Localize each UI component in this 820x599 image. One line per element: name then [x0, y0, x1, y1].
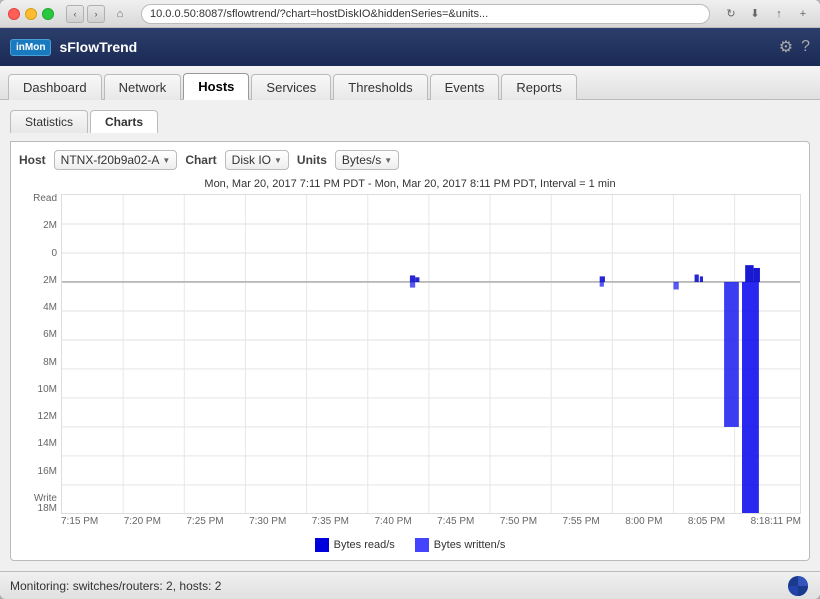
legend-item-read: Bytes read/s	[315, 538, 395, 552]
chart-body: Read 2M 0 2M 4M 6M 8M 10M 12M 14M 16M Wr…	[19, 194, 801, 534]
units-label: Units	[297, 153, 327, 167]
chart-type-value: Disk IO	[232, 153, 271, 167]
minimize-button[interactable]	[25, 8, 37, 20]
x-axis: 7:15 PM 7:20 PM 7:25 PM 7:30 PM 7:35 PM …	[61, 514, 801, 534]
y-label-4m: 4M	[19, 303, 57, 313]
new-tab-icon[interactable]: +	[794, 5, 812, 23]
refresh-icon[interactable]: ↻	[722, 5, 740, 23]
x-label-805: 8:05 PM	[688, 516, 725, 534]
chart-plot-area: 7:15 PM 7:20 PM 7:25 PM 7:30 PM 7:35 PM …	[61, 194, 801, 534]
y-label-12m: 12M	[19, 412, 57, 422]
chart-legend: Bytes read/s Bytes written/s	[19, 538, 801, 552]
legend-swatch-write	[415, 538, 429, 552]
chart-title: Mon, Mar 20, 2017 7:11 PM PDT - Mon, Mar…	[19, 178, 801, 190]
status-bar: Monitoring: switches/routers: 2, hosts: …	[0, 571, 820, 599]
sub-tab-statistics[interactable]: Statistics	[10, 110, 88, 133]
sub-tab-charts[interactable]: Charts	[90, 110, 158, 133]
x-label-735: 7:35 PM	[312, 516, 349, 534]
tab-services[interactable]: Services	[251, 74, 331, 100]
app-header: inMon sFlowTrend ⚙ ?	[0, 28, 820, 66]
app-container: inMon sFlowTrend ⚙ ? Dashboard Network H…	[0, 28, 820, 599]
tab-hosts[interactable]: Hosts	[183, 73, 249, 100]
main-nav: Dashboard Network Hosts Services Thresho…	[0, 66, 820, 100]
x-label-745: 7:45 PM	[437, 516, 474, 534]
download-icon[interactable]: ⬇	[746, 5, 764, 23]
units-arrow-icon: ▼	[384, 156, 392, 165]
app-title: sFlowTrend	[59, 39, 137, 55]
chart-label: Chart	[185, 153, 216, 167]
chart-grid	[61, 194, 801, 514]
page-content: Statistics Charts Host NTNX-f20b9a02-A ▼…	[0, 100, 820, 571]
address-bar[interactable]: 10.0.0.50:8087/sflowtrend/?chart=hostDis…	[141, 4, 710, 24]
back-button[interactable]: ‹	[66, 5, 84, 23]
traffic-lights	[8, 8, 54, 20]
x-label-750: 7:50 PM	[500, 516, 537, 534]
host-label: Host	[19, 153, 46, 167]
y-label-6m: 6M	[19, 330, 57, 340]
x-label-725: 7:25 PM	[186, 516, 223, 534]
legend-label-write: Bytes written/s	[434, 539, 506, 551]
host-value: NTNX-f20b9a02-A	[61, 153, 160, 167]
nav-buttons: ‹ ›	[66, 5, 105, 23]
browser-window: ‹ › ⌂ 10.0.0.50:8087/sflowtrend/?chart=h…	[0, 0, 820, 599]
app-logo: inMon	[10, 39, 51, 56]
host-select[interactable]: NTNX-f20b9a02-A ▼	[54, 150, 178, 170]
tab-reports[interactable]: Reports	[501, 74, 577, 100]
tab-dashboard[interactable]: Dashboard	[8, 74, 102, 100]
chart-area: Mon, Mar 20, 2017 7:11 PM PDT - Mon, Mar…	[19, 178, 801, 552]
x-label-740: 7:40 PM	[374, 516, 411, 534]
chart-controls: Host NTNX-f20b9a02-A ▼ Chart Disk IO ▼ U…	[19, 150, 801, 170]
x-label-715: 7:15 PM	[61, 516, 98, 534]
x-label-720: 7:20 PM	[124, 516, 161, 534]
legend-label-read: Bytes read/s	[334, 539, 395, 551]
y-label-16m: 16M	[19, 467, 57, 477]
y-label-read: Read	[19, 194, 57, 204]
y-label-2m-top: 2M	[19, 221, 57, 231]
sub-nav: Statistics Charts	[10, 110, 810, 133]
y-label-8m: 8M	[19, 358, 57, 368]
settings-icon[interactable]: ⚙	[779, 37, 793, 57]
title-bar: ‹ › ⌂ 10.0.0.50:8087/sflowtrend/?chart=h…	[0, 0, 820, 28]
tab-events[interactable]: Events	[430, 74, 500, 100]
y-axis: Read 2M 0 2M 4M 6M 8M 10M 12M 14M 16M Wr…	[19, 194, 61, 534]
close-button[interactable]	[8, 8, 20, 20]
help-icon[interactable]: ?	[801, 38, 810, 56]
home-icon[interactable]: ⌂	[111, 5, 129, 23]
tab-thresholds[interactable]: Thresholds	[333, 74, 427, 100]
maximize-button[interactable]	[42, 8, 54, 20]
units-select[interactable]: Bytes/s ▼	[335, 150, 399, 170]
status-text: Monitoring: switches/routers: 2, hosts: …	[10, 579, 221, 593]
x-label-818: 8:18:11 PM	[751, 516, 801, 534]
y-label-14m: 14M	[19, 439, 57, 449]
chart-svg	[62, 195, 800, 513]
y-label-2m: 2M	[19, 276, 57, 286]
x-label-800: 8:00 PM	[625, 516, 662, 534]
host-arrow-icon: ▼	[162, 156, 170, 165]
units-value: Bytes/s	[342, 153, 381, 167]
x-label-755: 7:55 PM	[563, 516, 600, 534]
chart-arrow-icon: ▼	[274, 156, 282, 165]
legend-item-write: Bytes written/s	[415, 538, 506, 552]
legend-swatch-read	[315, 538, 329, 552]
status-icon	[786, 574, 810, 598]
y-label-10m: 10M	[19, 385, 57, 395]
address-text: 10.0.0.50:8087/sflowtrend/?chart=hostDis…	[150, 8, 488, 20]
tab-network[interactable]: Network	[104, 74, 182, 100]
y-label-write-18m: Write 18M	[19, 494, 57, 514]
chart-type-select[interactable]: Disk IO ▼	[225, 150, 289, 170]
forward-button[interactable]: ›	[87, 5, 105, 23]
chart-panel: Host NTNX-f20b9a02-A ▼ Chart Disk IO ▼ U…	[10, 141, 810, 561]
share-icon[interactable]: ↑	[770, 5, 788, 23]
x-label-730: 7:30 PM	[249, 516, 286, 534]
y-label-0: 0	[19, 249, 57, 259]
